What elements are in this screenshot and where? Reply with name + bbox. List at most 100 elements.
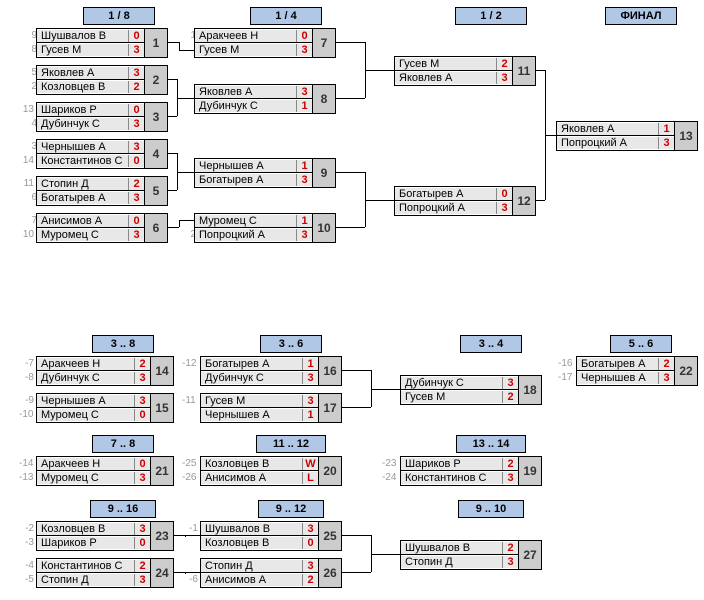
connector-line — [335, 42, 365, 43]
player-name: Константинов С — [37, 155, 128, 167]
player-score: 1 — [302, 358, 318, 370]
match-13[interactable]: Яковлев А1Попроцкий А313 — [556, 121, 698, 151]
player-score: 0 — [134, 409, 150, 421]
seed-number: -10 — [19, 409, 31, 420]
match-number: 12 — [512, 187, 535, 215]
connector-line — [185, 572, 200, 573]
match-27[interactable]: Шушвалов В2Стопин Д327 — [400, 540, 542, 570]
player-name: Попроцкий А — [557, 137, 658, 149]
connector-line — [179, 42, 180, 50]
player-name: Муромец С — [37, 409, 134, 421]
match-number: 1 — [144, 29, 167, 57]
match-12[interactable]: Богатырев А0Попроцкий А312 — [394, 186, 536, 216]
seed-number: -25 — [182, 458, 194, 469]
match-number: 20 — [318, 457, 341, 485]
connector-line — [167, 79, 177, 80]
player-name: Дубинчук С — [201, 372, 302, 384]
seed-number: -26 — [182, 472, 194, 483]
player-name: Козловцев В — [37, 81, 128, 93]
match-24[interactable]: Константинов С2Стопин Д324 — [36, 558, 174, 588]
match-number: 11 — [512, 57, 535, 85]
player-score: 1 — [296, 160, 312, 172]
player-score: 3 — [128, 229, 144, 241]
match-19[interactable]: Шариков Р2Константинов С319 — [400, 456, 542, 486]
player-score: 3 — [302, 523, 318, 535]
player-score: 3 — [296, 44, 312, 56]
match-9[interactable]: Чернышев А1Богатырев А39 — [194, 158, 336, 188]
match-23[interactable]: Козловцев В3Шариков Р023 — [36, 521, 174, 551]
connector-line — [177, 172, 194, 173]
round-header: 7 .. 8 — [92, 435, 154, 453]
match-18[interactable]: Дубинчук С3Гусев М218 — [400, 375, 542, 405]
round-header: 5 .. 6 — [610, 335, 672, 353]
player-score: 3 — [296, 174, 312, 186]
player-score: 3 — [128, 67, 144, 79]
player-score: W — [302, 458, 318, 470]
match-8[interactable]: Яковлев А3Дубинчук С18 — [194, 84, 336, 114]
player-name: Константинов С — [401, 472, 502, 484]
match-number: 6 — [144, 214, 167, 242]
round-header: 3 .. 4 — [460, 335, 522, 353]
seed-number: -7 — [22, 358, 34, 369]
match-3[interactable]: Шариков Р0Дубинчук С33 — [36, 102, 168, 132]
player-score: 3 — [502, 472, 518, 484]
player-name: Чернышев А — [37, 395, 134, 407]
match-number: 16 — [318, 357, 341, 385]
match-7[interactable]: Аракчеев Н0Гусев М37 — [194, 28, 336, 58]
player-name: Дубинчук С — [401, 377, 502, 389]
connector-line — [341, 370, 371, 371]
player-name: Константинов С — [37, 560, 134, 572]
player-name: Анисимов А — [201, 574, 302, 586]
connector-line — [545, 135, 556, 136]
connector-line — [371, 554, 400, 555]
player-score: 2 — [128, 81, 144, 93]
connector-line — [173, 572, 185, 573]
player-score: 0 — [134, 537, 150, 549]
player-name: Богатырев А — [37, 192, 128, 204]
match-14[interactable]: Аракчеев Н2Дубинчук С314 — [36, 356, 174, 386]
player-score: 0 — [496, 188, 512, 200]
match-17[interactable]: Гусев М3Чернышев А117 — [200, 393, 342, 423]
player-score: 3 — [296, 86, 312, 98]
player-name: Стопин Д — [37, 178, 128, 190]
match-5[interactable]: Стопин Д2Богатырев А35 — [36, 176, 168, 206]
player-name: Анисимов А — [201, 472, 302, 484]
player-score: 3 — [128, 118, 144, 130]
match-4[interactable]: Чернышев А3Константинов С04 — [36, 139, 168, 169]
connector-line — [179, 220, 180, 227]
seed-number: -5 — [22, 574, 34, 585]
player-name: Богатырев А — [395, 188, 496, 200]
connector-line — [167, 116, 177, 117]
match-15[interactable]: Чернышев А3Муромец С015 — [36, 393, 174, 423]
match-25[interactable]: Шушвалов В3Козловцев В025 — [200, 521, 342, 551]
player-name: Козловцев В — [201, 458, 302, 470]
match-6[interactable]: Анисимов А0Муромец С36 — [36, 213, 168, 243]
seed-number: -3 — [22, 537, 34, 548]
match-10[interactable]: Муромец С1Попроцкий А310 — [194, 213, 336, 243]
player-score: 3 — [496, 72, 512, 84]
match-16[interactable]: Богатырев А1Дубинчук С316 — [200, 356, 342, 386]
round-header: 1 / 4 — [250, 7, 322, 25]
seed-number: -6 — [186, 574, 198, 585]
match-26[interactable]: Стопин Д3Анисимов А226 — [200, 558, 342, 588]
round-header: 3 .. 8 — [92, 335, 154, 353]
round-header: 9 .. 12 — [258, 500, 324, 518]
player-name: Богатырев А — [195, 174, 296, 186]
player-score: 3 — [128, 141, 144, 153]
match-21[interactable]: Аракчеев Н0Муромец С321 — [36, 456, 174, 486]
match-number: 2 — [144, 66, 167, 94]
match-11[interactable]: Гусев М2Яковлев А311 — [394, 56, 536, 86]
player-score: 2 — [128, 178, 144, 190]
match-number: 15 — [150, 394, 173, 422]
player-score: 1 — [658, 123, 674, 135]
match-2[interactable]: Яковлев А3Козловцев В22 — [36, 65, 168, 95]
player-score: 0 — [128, 215, 144, 227]
match-20[interactable]: Козловцев ВWАнисимов АL20 — [200, 456, 342, 486]
player-name: Яковлев А — [557, 123, 658, 135]
seed-number: -2 — [22, 523, 34, 534]
match-22[interactable]: Богатырев А2Чернышев А322 — [576, 356, 698, 386]
player-score: 0 — [128, 104, 144, 116]
match-1[interactable]: Шушвалов В0Гусев М31 — [36, 28, 168, 58]
connector-line — [335, 227, 365, 228]
player-score: 3 — [502, 377, 518, 389]
